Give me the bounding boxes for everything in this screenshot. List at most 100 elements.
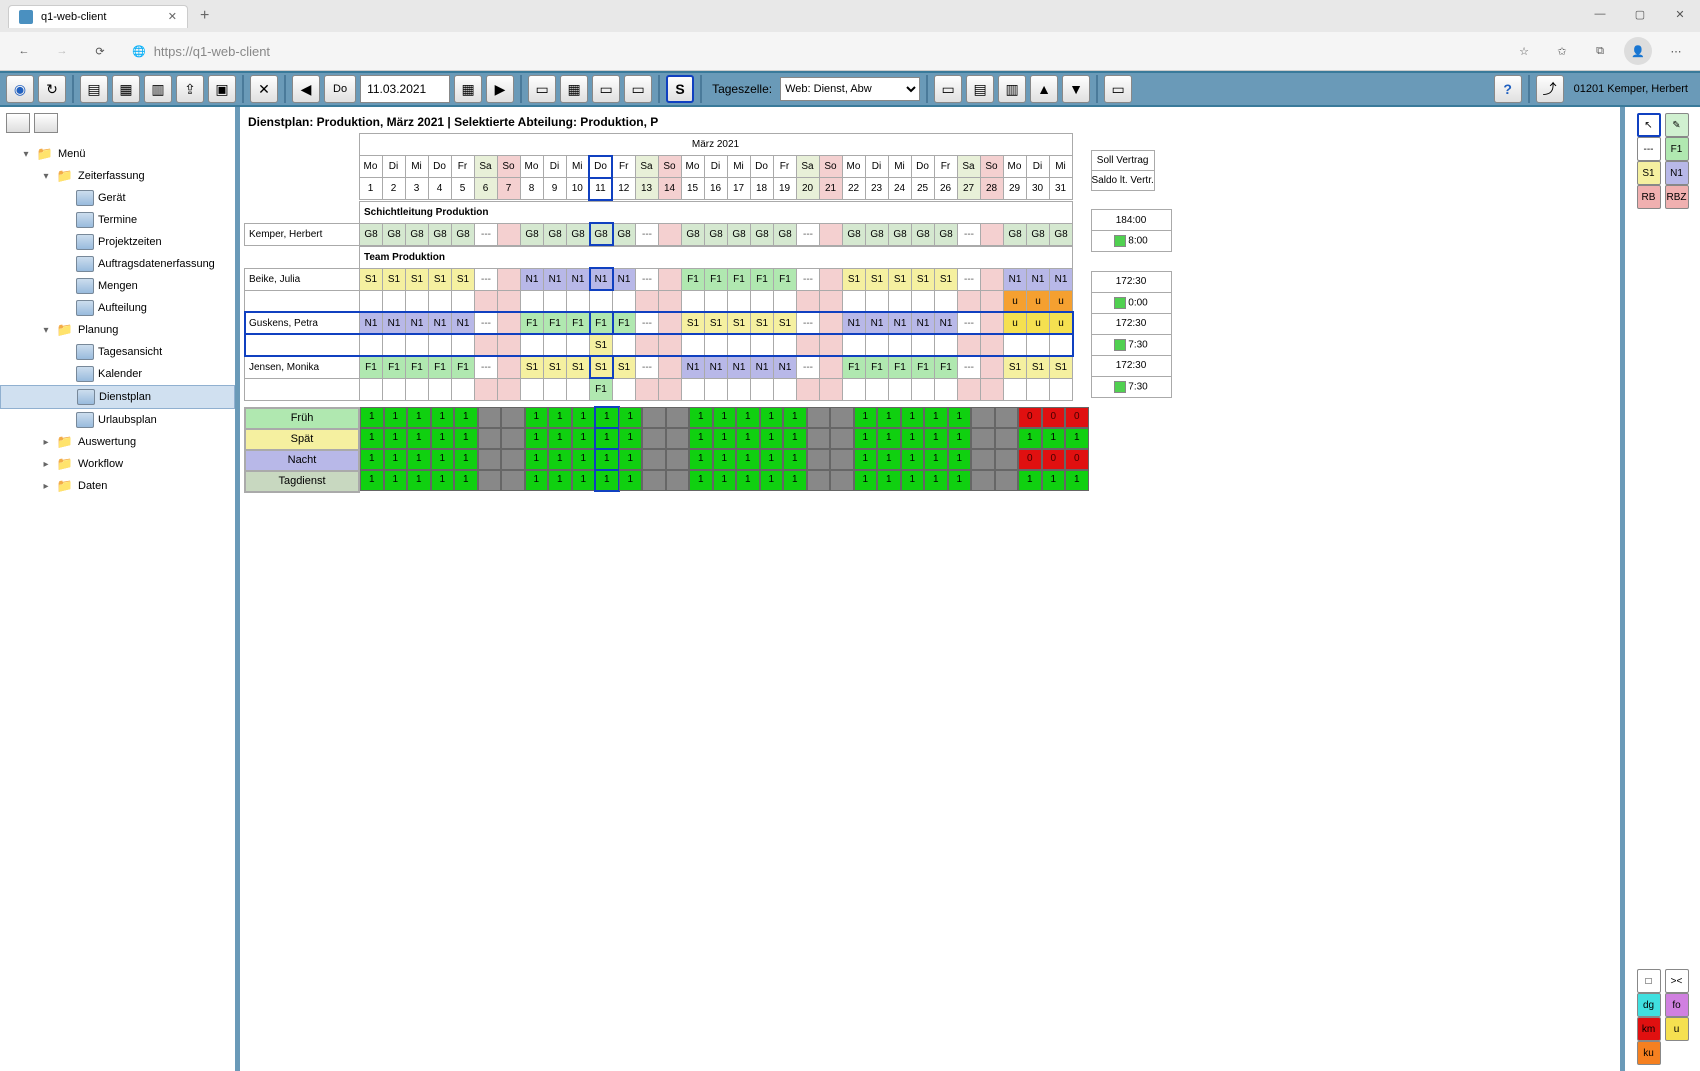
summary-cell[interactable]: 0: [1018, 407, 1042, 428]
shift-cell[interactable]: S1: [613, 356, 636, 378]
summary-cell[interactable]: 1: [360, 428, 384, 449]
shift-cell[interactable]: G8: [751, 223, 774, 245]
summary-cell[interactable]: 1: [548, 428, 572, 449]
summary-cell[interactable]: [807, 407, 831, 428]
shift-cell[interactable]: [820, 356, 843, 378]
window-minimize[interactable]: ―: [1580, 0, 1620, 28]
summary-cell[interactable]: 1: [572, 428, 596, 449]
shift-cell[interactable]: F1: [935, 356, 958, 378]
shift-cell[interactable]: S1: [889, 268, 912, 290]
shift-cell[interactable]: G8: [567, 223, 590, 245]
summary-cell[interactable]: 1: [431, 407, 455, 428]
shift-cell[interactable]: F1: [360, 356, 383, 378]
summary-cell[interactable]: 1: [948, 407, 972, 428]
shift-sub-cell[interactable]: [728, 290, 751, 312]
employee-name[interactable]: Beike, Julia: [245, 268, 360, 290]
shift-cell[interactable]: [659, 356, 682, 378]
summary-cell[interactable]: 1: [1018, 428, 1042, 449]
shift-sub-cell[interactable]: [820, 334, 843, 356]
shift-sub-cell[interactable]: [613, 334, 636, 356]
summary-cell[interactable]: [478, 407, 502, 428]
summary-cell[interactable]: [971, 428, 995, 449]
shift-cell[interactable]: [498, 356, 521, 378]
shift-cell[interactable]: [981, 312, 1004, 334]
summary-cell[interactable]: 1: [948, 449, 972, 470]
favorite-icon[interactable]: ☆: [1510, 37, 1538, 65]
shift-cell[interactable]: ---: [475, 356, 498, 378]
view1-icon[interactable]: ▤: [80, 75, 108, 103]
palette-btn[interactable]: ↖: [1637, 113, 1661, 137]
tree-workflow[interactable]: ▸ Workflow: [0, 453, 235, 475]
tree-item-kalender[interactable]: Kalender: [0, 363, 235, 385]
favorites-bar-icon[interactable]: ✩: [1548, 37, 1576, 65]
shift-sub-cell[interactable]: [843, 290, 866, 312]
tool7-icon[interactable]: ▥: [998, 75, 1026, 103]
shift-cell[interactable]: ---: [636, 223, 659, 245]
summary-cell[interactable]: 0: [1065, 449, 1089, 470]
summary-cell[interactable]: [478, 470, 502, 491]
forward-button[interactable]: →: [48, 37, 76, 65]
shift-sub-cell[interactable]: [935, 290, 958, 312]
summary-cell[interactable]: [666, 428, 690, 449]
shift-cell[interactable]: S1: [567, 356, 590, 378]
shift-cell[interactable]: N1: [613, 268, 636, 290]
shift-sub-cell[interactable]: [452, 334, 475, 356]
shift-cell[interactable]: N1: [728, 356, 751, 378]
shift-sub-cell[interactable]: [636, 290, 659, 312]
shift-cell[interactable]: ---: [797, 268, 820, 290]
tree-item-aufteilung[interactable]: Aufteilung: [0, 297, 235, 319]
summary-cell[interactable]: [501, 428, 525, 449]
export-icon[interactable]: ⇪: [176, 75, 204, 103]
shift-cell[interactable]: F1: [613, 312, 636, 334]
summary-cell[interactable]: 1: [760, 449, 784, 470]
day-number[interactable]: 23: [865, 178, 888, 200]
shift-cell[interactable]: S1: [1027, 356, 1050, 378]
shift-sub-cell[interactable]: [406, 378, 429, 400]
shift-cell[interactable]: F1: [452, 356, 475, 378]
date-input[interactable]: [360, 75, 450, 103]
shift-sub-cell[interactable]: [613, 378, 636, 400]
shift-sub-cell[interactable]: [751, 334, 774, 356]
day-header[interactable]: Di: [543, 156, 566, 178]
summary-cell[interactable]: [995, 449, 1019, 470]
employee-name[interactable]: Jensen, Monika: [245, 356, 360, 378]
shift-sub-cell[interactable]: [383, 290, 406, 312]
shift-cell[interactable]: N1: [1027, 268, 1050, 290]
shift-sub-cell[interactable]: [705, 290, 728, 312]
summary-cell[interactable]: 1: [760, 470, 784, 491]
shift-sub-cell[interactable]: [567, 378, 590, 400]
day-number[interactable]: 13: [635, 178, 658, 200]
summary-cell[interactable]: 1: [407, 470, 431, 491]
shift-sub-cell[interactable]: [751, 290, 774, 312]
shift-sub-cell[interactable]: [981, 290, 1004, 312]
summary-cell[interactable]: 1: [360, 449, 384, 470]
day-number[interactable]: 20: [796, 178, 819, 200]
shift-sub-cell[interactable]: [360, 334, 383, 356]
shift-cell[interactable]: G8: [1050, 223, 1073, 245]
summary-cell[interactable]: 1: [619, 407, 643, 428]
shift-cell[interactable]: u: [1004, 312, 1027, 334]
summary-cell[interactable]: 1: [1042, 428, 1066, 449]
expand-icon[interactable]: ▸: [40, 459, 52, 470]
shift-cell[interactable]: u: [1050, 312, 1073, 334]
shift-cell[interactable]: u: [1027, 312, 1050, 334]
palette-btn[interactable]: ><: [1665, 969, 1689, 993]
summary-cell[interactable]: 1: [877, 449, 901, 470]
shift-sub-cell[interactable]: [866, 290, 889, 312]
day-header[interactable]: Mi: [405, 156, 428, 178]
shift-cell[interactable]: G8: [590, 223, 613, 245]
prev-icon[interactable]: ◀: [292, 75, 320, 103]
shift-cell[interactable]: F1: [682, 268, 705, 290]
next-icon[interactable]: ▶: [486, 75, 514, 103]
summary-cell[interactable]: 1: [431, 428, 455, 449]
summary-cell[interactable]: 1: [713, 470, 737, 491]
shift-sub-cell[interactable]: [728, 378, 751, 400]
palette-btn[interactable]: □: [1637, 969, 1661, 993]
shift-sub-cell[interactable]: [1027, 334, 1050, 356]
day-header[interactable]: Di: [865, 156, 888, 178]
palette-btn[interactable]: dg: [1637, 993, 1661, 1017]
shift-sub-cell[interactable]: u: [1050, 290, 1073, 312]
shift-cell[interactable]: F1: [705, 268, 728, 290]
shift-sub-cell[interactable]: [912, 378, 935, 400]
day-header[interactable]: Di: [1026, 156, 1049, 178]
